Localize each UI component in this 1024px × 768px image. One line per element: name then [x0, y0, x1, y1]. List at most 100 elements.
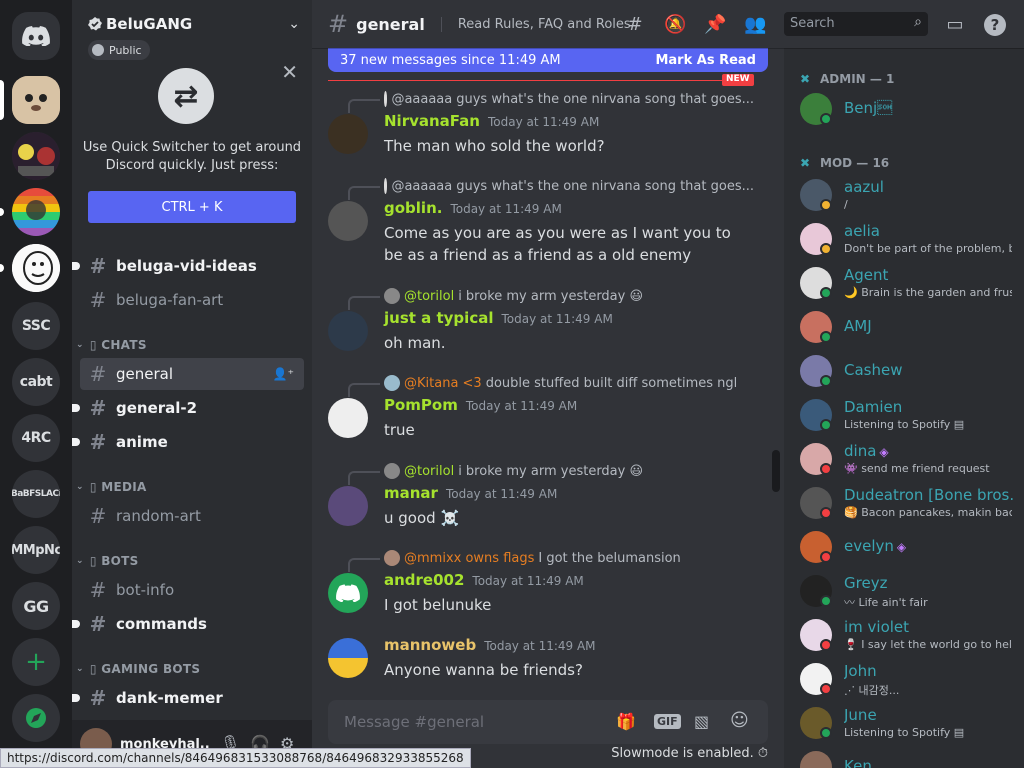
- member-item[interactable]: Damien Listening to Spotify ▤: [792, 394, 1016, 436]
- server-rail: SSC cabt 4RC BaBFSLACi MMpNc GG +: [0, 0, 72, 768]
- chevron-down-icon: ⌄: [288, 16, 300, 32]
- mute-bell-icon[interactable]: 🔕: [664, 14, 686, 36]
- channel-beluga-vid-ideas[interactable]: # beluga-vid-ideas: [72, 250, 304, 282]
- server-icon-ssc[interactable]: SSC: [12, 302, 60, 350]
- member-item[interactable]: Agent 🌙 Brain is the garden and frus...: [792, 262, 1016, 304]
- avatar[interactable]: [328, 398, 368, 438]
- channel-beluga-fan-art[interactable]: # beluga-fan-art: [80, 284, 304, 316]
- channel-general[interactable]: # general 👤⁺: [80, 358, 304, 390]
- server-icon-3[interactable]: [12, 188, 60, 236]
- message-author[interactable]: PomPom: [384, 396, 458, 414]
- member-status: /: [844, 198, 848, 211]
- reply-preview[interactable]: @torilol i broke my arm yesterday 😃: [384, 287, 754, 305]
- reply-author: @mmixx owns flags: [404, 550, 535, 566]
- channel-commands[interactable]: # commands: [72, 608, 304, 640]
- member-item[interactable]: im violet 🍷 I say let the world go to he…: [792, 614, 1016, 656]
- server-icon-babfslaci[interactable]: BaBFSLACi: [12, 470, 60, 518]
- search-input[interactable]: Search ⌕: [784, 12, 928, 36]
- avatar[interactable]: [328, 573, 368, 613]
- category-chats[interactable]: ⌄ ▯ CHATS: [76, 336, 147, 354]
- member-item[interactable]: John ⋰ 내감정...: [792, 658, 1016, 700]
- avatar[interactable]: [328, 638, 368, 678]
- inbox-icon[interactable]: ▭: [944, 14, 966, 36]
- avatar[interactable]: [328, 311, 368, 351]
- ctrl-k-button[interactable]: CTRL + K: [88, 191, 296, 223]
- server-icon-2[interactable]: [12, 132, 60, 180]
- channel-dank-memer[interactable]: # dank-memer: [72, 682, 304, 714]
- channel-anime[interactable]: # anime: [72, 426, 304, 458]
- member-item[interactable]: AMJ: [792, 306, 1016, 348]
- message-body: Come as you are as you were as I want yo…: [384, 224, 731, 264]
- avatar[interactable]: [328, 486, 368, 526]
- invite-user-icon[interactable]: 👤⁺: [273, 367, 294, 381]
- category-label: ▯ CHATS: [89, 338, 147, 352]
- close-icon[interactable]: ✕: [281, 60, 298, 84]
- scrollbar-thumb[interactable]: [772, 450, 780, 492]
- sticker-icon[interactable]: ▧: [694, 712, 709, 731]
- avatar[interactable]: [328, 114, 368, 154]
- server-label: 4RC: [21, 430, 51, 446]
- member-item[interactable]: aelia Don't be part of the problem, b...: [792, 218, 1016, 260]
- category-media[interactable]: ⌄ ▯ MEDIA: [76, 478, 147, 496]
- server-icon-mmpnc[interactable]: MMpNc: [12, 526, 60, 574]
- server-icon-4rc[interactable]: 4RC: [12, 414, 60, 462]
- reply-author: @torilol: [404, 463, 455, 479]
- member-item[interactable]: evelyn ◈: [792, 526, 1016, 568]
- channel-general-2[interactable]: # general-2: [72, 392, 304, 424]
- reply-preview[interactable]: @aaaaaa guys what's the one nirvana song…: [384, 90, 754, 108]
- reply-preview[interactable]: @Kitana <3 double stuffed built diff som…: [384, 374, 754, 392]
- help-icon[interactable]: ?: [984, 14, 1006, 36]
- role-label: MOD — 16: [820, 156, 890, 170]
- server-icon-4[interactable]: [12, 244, 60, 292]
- mark-as-read-button[interactable]: Mark As Read: [655, 53, 756, 68]
- new-messages-text: 37 new messages since 11:49 AM: [340, 52, 561, 68]
- server-icon-cabt[interactable]: cabt: [12, 358, 60, 406]
- plus-icon: +: [25, 647, 47, 677]
- chevron-down-icon: ⌄: [76, 482, 84, 492]
- message-author[interactable]: andre002: [384, 571, 464, 589]
- new-messages-bar[interactable]: 37 new messages since 11:49 AM Mark As R…: [328, 48, 768, 72]
- channel-topic[interactable]: Read Rules, FAQ and Roles...: [440, 16, 631, 32]
- reply-text: I got the belumansion: [538, 550, 681, 566]
- member-item[interactable]: Benj: [792, 88, 1016, 130]
- globe-icon: [92, 44, 104, 56]
- explore-servers-button[interactable]: [12, 694, 60, 742]
- add-server-button[interactable]: +: [12, 638, 60, 686]
- category-gaming-bots[interactable]: ⌄ ▯ GAMING BOTS: [76, 660, 200, 678]
- reply-preview[interactable]: @torilol i broke my arm yesterday 😃: [384, 462, 754, 480]
- avatar[interactable]: [328, 201, 368, 241]
- member-item[interactable]: June Listening to Spotify ▤: [792, 702, 1016, 744]
- gift-icon[interactable]: 🎁: [616, 712, 636, 731]
- message-author[interactable]: mannoweb: [384, 636, 476, 654]
- message: @mmixx owns flags I got the belumansion …: [312, 549, 768, 623]
- member-item[interactable]: dina ◈ 👾 send me friend request: [792, 438, 1016, 480]
- message-author[interactable]: goblin.: [384, 199, 442, 217]
- pin-icon[interactable]: 📌: [704, 14, 726, 36]
- emoji-icon[interactable]: ☺: [730, 710, 749, 731]
- message-input[interactable]: Message #general 🎁 GIF ▧ ☺: [328, 700, 768, 744]
- member-item[interactable]: Cashew: [792, 350, 1016, 392]
- member-item[interactable]: Dudeatron [Bone bros... 🥞 Bacon pancakes…: [792, 482, 1016, 524]
- member-name: im violet: [844, 618, 910, 636]
- discord-home-button[interactable]: [12, 12, 60, 60]
- message-author[interactable]: manar: [384, 484, 438, 502]
- server-icon-gg[interactable]: GG: [12, 582, 60, 630]
- channel-name: anime: [116, 433, 168, 451]
- member-item[interactable]: Ken: [792, 746, 1016, 768]
- threads-icon[interactable]: #: [624, 14, 646, 36]
- message-timestamp: Today at 11:49 AM: [484, 639, 596, 653]
- member-item[interactable]: Greyz 〰 Life ain't fair: [792, 570, 1016, 612]
- server-icon-belugang[interactable]: [12, 76, 60, 124]
- message-author[interactable]: just a typical: [384, 309, 493, 327]
- gif-icon[interactable]: GIF: [654, 714, 681, 729]
- channel-random-art[interactable]: # random-art: [80, 500, 304, 532]
- reply-preview[interactable]: @aaaaaa guys what's the one nirvana song…: [384, 177, 754, 195]
- channel-bot-info[interactable]: # bot-info: [80, 574, 304, 606]
- status-indicator: [820, 113, 832, 125]
- member-list-icon[interactable]: 👥: [744, 14, 766, 36]
- message-author[interactable]: NirvanaFan: [384, 112, 480, 130]
- member-item[interactable]: aazul /: [792, 174, 1016, 216]
- category-bots[interactable]: ⌄ ▯ BOTS: [76, 552, 139, 570]
- reply-avatar: [384, 91, 388, 107]
- reply-preview[interactable]: @mmixx owns flags I got the belumansion: [384, 549, 754, 567]
